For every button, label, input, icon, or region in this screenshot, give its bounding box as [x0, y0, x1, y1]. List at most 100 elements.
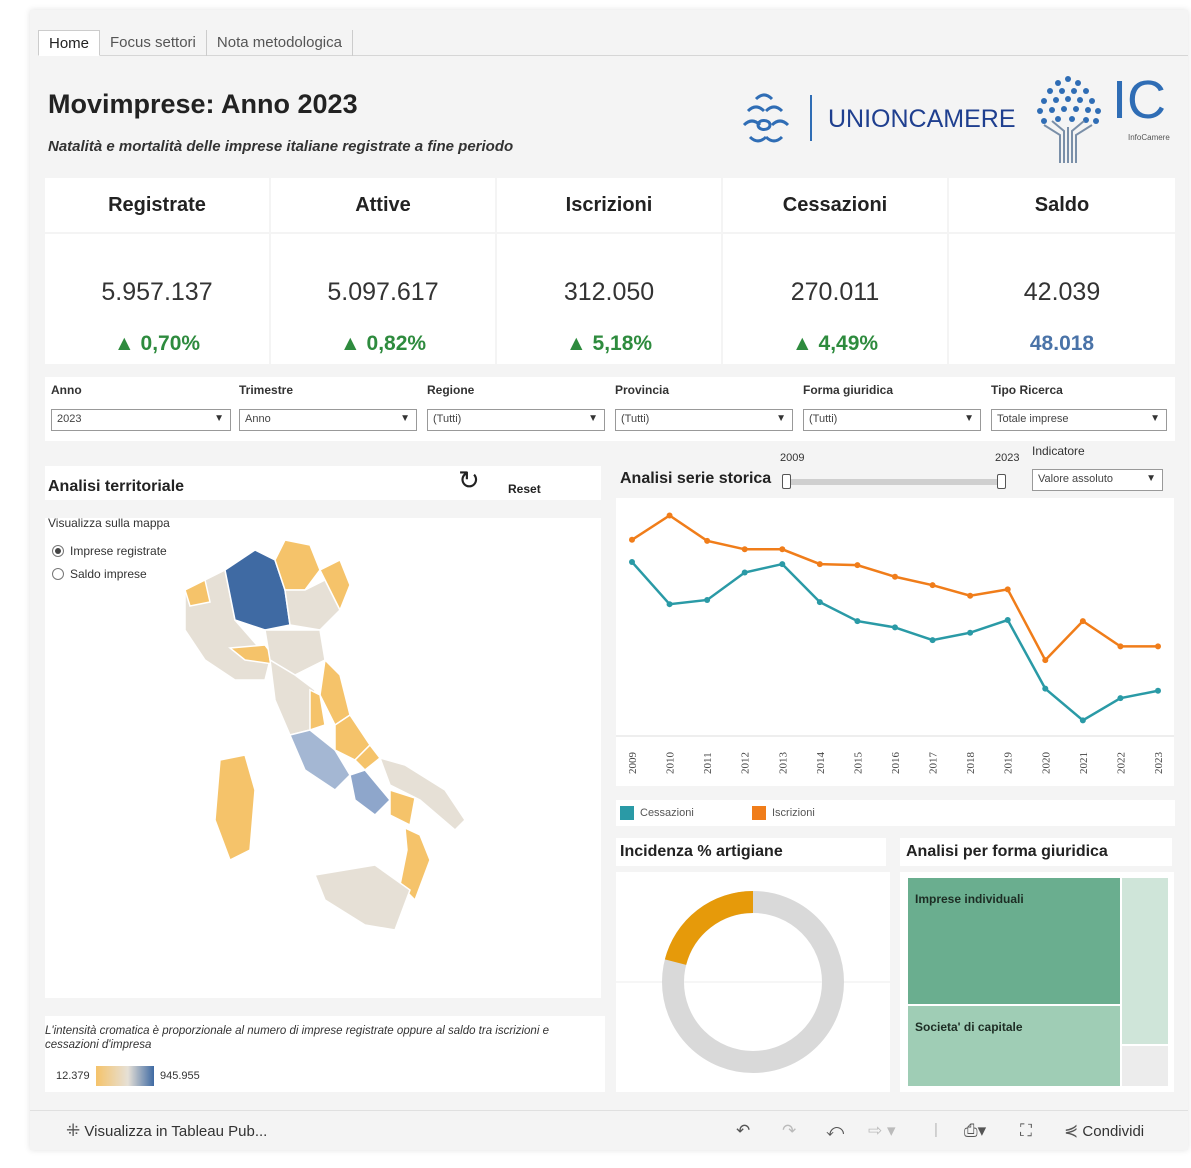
dropdown-arrow-icon: ▼	[214, 413, 224, 424]
indicator-select[interactable]: Valore assoluto ▼	[1032, 469, 1163, 491]
filter-label: Regione	[427, 383, 475, 397]
italy-map[interactable]	[175, 530, 505, 940]
trimestre-select[interactable]: Anno ▼	[239, 409, 417, 431]
data-point[interactable]	[666, 601, 673, 608]
data-point[interactable]	[741, 546, 748, 553]
data-point[interactable]	[1079, 717, 1086, 724]
tab-nota-metodologica[interactable]: Nota metodologica	[207, 30, 353, 56]
revert-icon[interactable]: ⤺	[826, 1121, 844, 1141]
region-sicilia[interactable]	[313, 864, 411, 931]
x-tick-label: 2019	[1003, 752, 1015, 775]
tipo-ricerca-select[interactable]: Totale imprese ▼	[991, 409, 1167, 431]
download-icon[interactable]: ⎙▾	[964, 1121, 986, 1141]
radio-saldo-imprese[interactable]: Saldo imprese	[52, 567, 147, 581]
redo-icon[interactable]: ↷	[782, 1121, 796, 1141]
data-point[interactable]	[666, 512, 673, 519]
ic-subtext: InfoCamere	[1128, 133, 1170, 142]
tab-focus-settori[interactable]: Focus settori	[100, 30, 207, 56]
series-line-cessazioni[interactable]	[631, 561, 1159, 722]
line-chart[interactable]: 2009 2010 2011 2012 2013 2014 2015 2016 2017 2018…	[616, 498, 1174, 786]
dropdown-arrow-icon: ▼	[1146, 473, 1156, 484]
data-point[interactable]	[1004, 586, 1011, 593]
data-point[interactable]	[629, 558, 635, 565]
artigiane-donut[interactable]	[616, 872, 890, 1092]
data-point[interactable]	[629, 536, 635, 543]
x-tick-label: 2010	[665, 752, 677, 775]
data-point[interactable]	[1155, 643, 1161, 650]
range-end-label: 2023	[995, 452, 1020, 464]
treemap-other-b[interactable]	[1122, 1046, 1168, 1086]
data-point[interactable]	[854, 562, 861, 569]
dropdown-arrow-icon: ▼	[964, 413, 974, 424]
x-tick-label: 2013	[777, 752, 789, 775]
provincia-select[interactable]: (Tutti) ▼	[615, 409, 793, 431]
data-point[interactable]	[816, 561, 823, 568]
view-in-tableau-button[interactable]: ⁜ Visualizza in Tableau Pub...	[66, 1121, 267, 1141]
reset-button[interactable]: Reset	[508, 482, 541, 496]
legend-swatch	[752, 806, 766, 820]
kpi-value: 5.097.617	[327, 278, 439, 306]
x-tick-label: 2009	[627, 752, 639, 775]
data-point[interactable]	[892, 624, 898, 631]
data-point[interactable]	[929, 637, 936, 644]
data-point[interactable]	[779, 546, 786, 553]
data-point[interactable]	[779, 561, 786, 568]
data-point[interactable]	[1004, 617, 1011, 624]
region-valle-aosta[interactable]	[184, 578, 211, 607]
x-tick-label: 2020	[1040, 752, 1052, 775]
tab-home[interactable]: Home	[38, 30, 101, 56]
data-point[interactable]	[1117, 695, 1124, 702]
regione-select[interactable]: (Tutti) ▼	[427, 409, 605, 431]
region-sardegna[interactable]	[214, 754, 256, 862]
data-point[interactable]	[967, 592, 974, 599]
anno-select[interactable]: 2023 ▼	[51, 409, 231, 431]
data-point[interactable]	[1042, 657, 1049, 664]
radio-imprese-registrate[interactable]: Imprese registrate	[52, 544, 167, 558]
x-tick-label: 2022	[1115, 752, 1127, 774]
data-point[interactable]	[967, 629, 974, 636]
share-icon: ⋞	[1064, 1121, 1079, 1140]
data-point[interactable]	[816, 599, 823, 606]
kpi-value: 312.050	[563, 278, 655, 306]
data-point[interactable]	[892, 573, 898, 580]
unioncamere-logo: UNIONCAMERE	[736, 85, 1016, 155]
slider-handle-left[interactable]	[782, 474, 791, 489]
data-point[interactable]	[704, 596, 711, 603]
filter-label: Anno	[51, 383, 82, 397]
select-value: Anno	[245, 413, 271, 425]
share-button[interactable]: ⋞ Condividi	[1064, 1121, 1144, 1141]
forma-giuridica-select[interactable]: (Tutti) ▼	[803, 409, 981, 431]
data-point[interactable]	[1042, 685, 1049, 692]
fullscreen-icon[interactable]: ⛶	[1020, 1121, 1032, 1141]
donut-artigiane-slice[interactable]	[664, 891, 754, 966]
select-value: Valore assoluto	[1038, 473, 1114, 485]
data-point[interactable]	[854, 618, 861, 625]
region-campania[interactable]	[349, 769, 392, 816]
x-tick-label: 2021	[1078, 752, 1090, 774]
data-point[interactable]	[741, 569, 748, 576]
treemap-imprese-individuali[interactable]: Imprese individuali	[908, 878, 1120, 1004]
treemap-societa-capitale[interactable]: Societa' di capitale	[908, 1006, 1120, 1086]
kpi-delta: ▲ 5,18%	[565, 332, 653, 355]
data-point[interactable]	[704, 537, 711, 544]
treemap-other-a[interactable]	[1122, 878, 1168, 1044]
data-point[interactable]	[1155, 687, 1161, 694]
filter-trimestre: Trimestre Anno ▼	[239, 383, 417, 431]
region-marche[interactable]	[319, 658, 351, 727]
data-point[interactable]	[929, 582, 936, 589]
x-tick-label: 2015	[852, 752, 864, 775]
series-line-iscrizioni[interactable]	[631, 514, 1158, 663]
reset-icon[interactable]: ↻	[458, 466, 480, 494]
filter-label: Tipo Ricerca	[991, 383, 1063, 397]
select-value: Totale imprese	[997, 413, 1069, 425]
filter-bar: Anno 2023 ▼ Trimestre Anno ▼ Regione (Tutt…	[45, 377, 1175, 441]
data-point[interactable]	[1079, 618, 1086, 625]
region-trentino[interactable]	[274, 539, 321, 591]
refresh-icon[interactable]: ⇨ ▾	[868, 1121, 896, 1141]
legend-item-iscrizioni[interactable]: Iscrizioni	[752, 806, 815, 820]
undo-icon[interactable]: ↶	[736, 1121, 750, 1141]
legend-item-cessazioni[interactable]: Cessazioni	[620, 806, 694, 820]
slider-handle-right[interactable]	[997, 474, 1006, 489]
year-range-slider[interactable]	[782, 474, 1006, 489]
data-point[interactable]	[1117, 643, 1124, 650]
